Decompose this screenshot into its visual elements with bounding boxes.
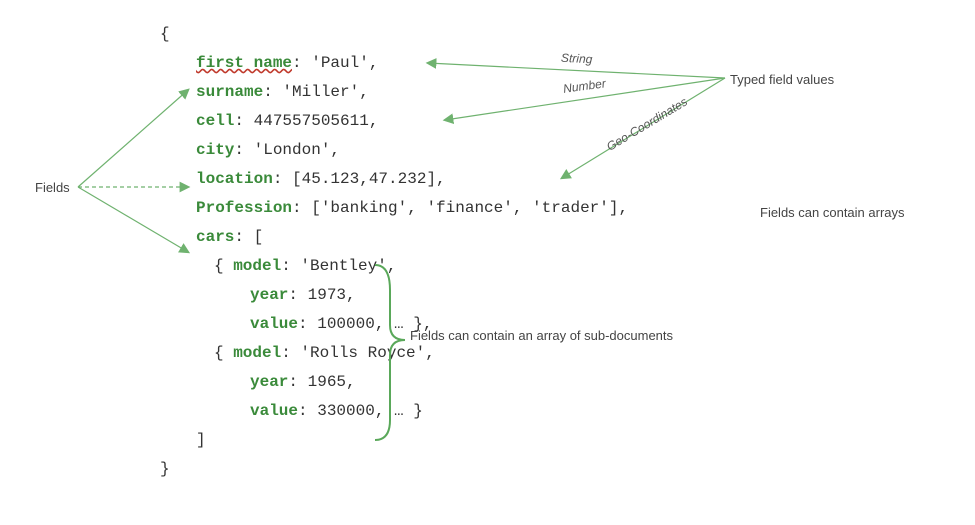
car-row: year: 1965, bbox=[160, 368, 628, 397]
car-row: value: 330000, … } bbox=[160, 397, 628, 426]
field-cars: cars: [ bbox=[160, 223, 628, 252]
field-profession: Profession: ['banking', 'finance', 'trad… bbox=[160, 194, 628, 223]
key-cars: cars bbox=[196, 228, 234, 246]
field-surname: surname: 'Miller', bbox=[160, 78, 628, 107]
car-row: { model: 'Rolls Royce', bbox=[160, 339, 628, 368]
field-first-name: first name: 'Paul', bbox=[160, 49, 628, 78]
code-block: { first name: 'Paul', surname: 'Miller',… bbox=[160, 20, 628, 484]
key-year: year bbox=[250, 373, 288, 391]
key-first-name: first name bbox=[196, 54, 292, 72]
key-model: model bbox=[233, 257, 281, 275]
car-row: { model: 'Bentley', bbox=[160, 252, 628, 281]
bracket-close: ] bbox=[160, 426, 628, 455]
key-value: value bbox=[250, 315, 298, 333]
key-city: city bbox=[196, 141, 234, 159]
brace-close: } bbox=[160, 455, 628, 484]
field-city: city: 'London', bbox=[160, 136, 628, 165]
field-cell: cell: 447557505611, bbox=[160, 107, 628, 136]
key-surname: surname bbox=[196, 83, 263, 101]
brace-open: { bbox=[160, 20, 628, 49]
label-fields: Fields bbox=[35, 180, 70, 195]
label-typed-values: Typed field values bbox=[730, 72, 834, 87]
field-location: location: [45.123,47.232], bbox=[160, 165, 628, 194]
label-arrays: Fields can contain arrays bbox=[760, 205, 920, 220]
key-model: model bbox=[233, 344, 281, 362]
key-cell: cell bbox=[196, 112, 234, 130]
key-location: location bbox=[196, 170, 273, 188]
key-profession: Profession bbox=[196, 199, 292, 217]
car-row: year: 1973, bbox=[160, 281, 628, 310]
key-value: value bbox=[250, 402, 298, 420]
key-year: year bbox=[250, 286, 288, 304]
label-subdocs: Fields can contain an array of sub-docum… bbox=[410, 328, 690, 343]
